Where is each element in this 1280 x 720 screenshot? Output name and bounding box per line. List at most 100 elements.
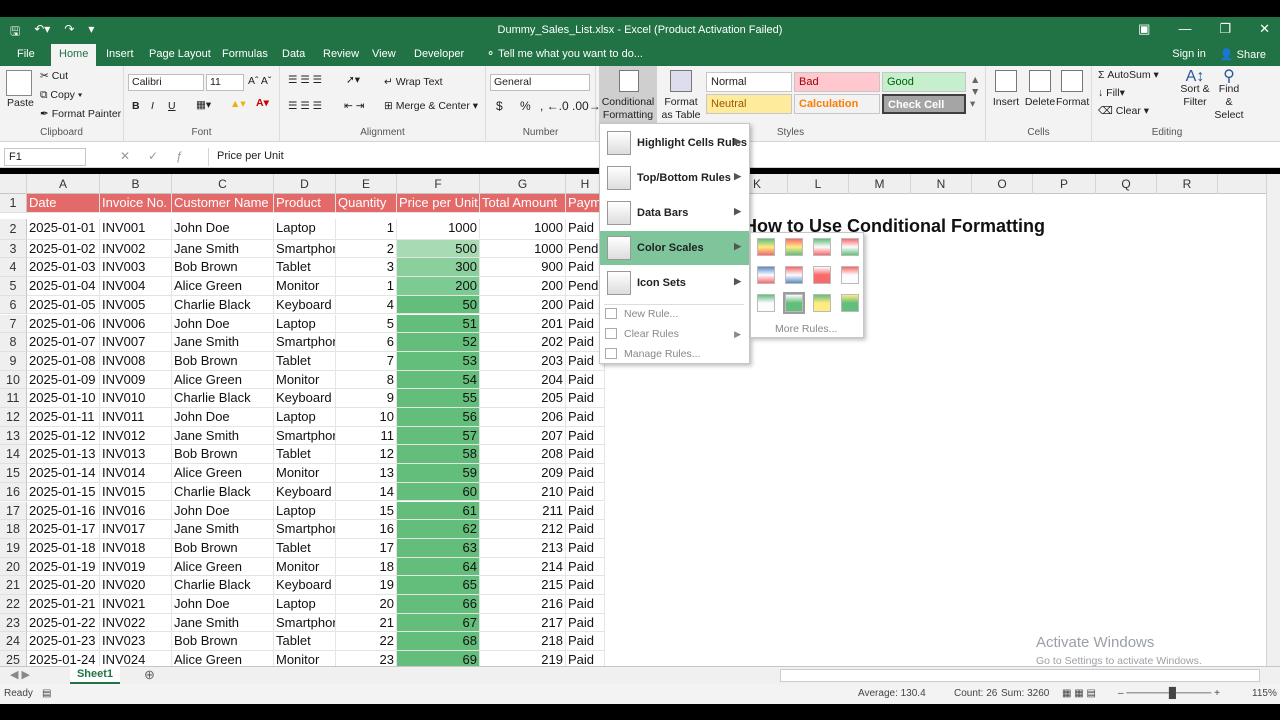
fill-color-icon[interactable]: ▲▾ (230, 98, 246, 110)
percent-button[interactable]: % (520, 99, 531, 113)
table-cell[interactable]: INV010 (100, 389, 172, 408)
table-cell[interactable]: 2025-01-15 (27, 482, 100, 502)
column-header-f[interactable]: F (397, 174, 480, 194)
currency-button[interactable]: $ (496, 99, 503, 113)
color-scale-swatch[interactable] (813, 238, 831, 256)
tab-file[interactable]: File (9, 44, 43, 66)
cut-button[interactable]: ✂ Cut (40, 70, 68, 82)
table-cell[interactable]: INV008 (100, 351, 172, 371)
font-name-combo[interactable]: Calibri (128, 74, 204, 91)
row-header-8[interactable]: 8 (0, 333, 27, 352)
table-cell[interactable]: INV002 (100, 239, 172, 259)
row-header-2[interactable]: 2 (0, 219, 27, 240)
header-cell[interactable]: Product (274, 194, 336, 213)
add-sheet-icon[interactable]: ⊕ (144, 667, 155, 683)
color-scale-swatch[interactable] (813, 266, 831, 284)
row-header-3[interactable]: 3 (0, 239, 27, 259)
tab-formulas[interactable]: Formulas (214, 44, 276, 66)
row-header-16[interactable]: 16 (0, 482, 27, 502)
underline-button[interactable]: U (168, 100, 176, 112)
table-cell[interactable]: 2025-01-03 (27, 258, 100, 278)
format-as-table-button[interactable]: Format as Table (658, 66, 704, 124)
table-cell[interactable]: INV011 (100, 408, 172, 427)
row-header-20[interactable]: 20 (0, 557, 27, 577)
table-cell[interactable]: Keyboard (274, 576, 336, 595)
table-cell[interactable]: 60 (397, 482, 480, 502)
table-cell[interactable]: 2025-01-01 (27, 219, 100, 240)
format-cells-button[interactable]: Format (1056, 70, 1089, 108)
table-cell[interactable]: Tablet (274, 538, 336, 558)
table-cell[interactable]: Paid (566, 538, 605, 558)
color-scale-swatch[interactable] (757, 238, 775, 256)
table-cell[interactable]: Charlie Black (172, 576, 274, 595)
formula-buttons-icon[interactable]: ✕✓ƒ (120, 149, 201, 163)
table-cell[interactable]: 15 (336, 501, 397, 521)
table-cell[interactable]: Keyboard (274, 295, 336, 315)
column-header-o[interactable]: O (972, 174, 1033, 194)
header-cell[interactable]: Total Amount (480, 194, 566, 213)
table-cell[interactable]: 2025-01-21 (27, 595, 100, 614)
table-cell[interactable]: Alice Green (172, 370, 274, 390)
table-cell[interactable]: 4 (336, 295, 397, 315)
tab-developer[interactable]: Developer (406, 44, 472, 66)
table-cell[interactable]: 2025-01-09 (27, 370, 100, 390)
table-cell[interactable]: INV015 (100, 482, 172, 502)
table-cell[interactable]: Monitor (274, 277, 336, 296)
table-cell[interactable]: INV013 (100, 445, 172, 465)
table-cell[interactable]: 2025-01-06 (27, 314, 100, 334)
table-cell[interactable]: 300 (397, 258, 480, 278)
tell-me-box[interactable]: ⚬ Tell me what you want to do... (478, 44, 651, 66)
table-cell[interactable]: Laptop (274, 408, 336, 427)
number-format-combo[interactable]: General (490, 74, 590, 91)
select-all-corner[interactable] (0, 174, 27, 194)
table-cell[interactable]: 2025-01-05 (27, 295, 100, 315)
merge-center-button[interactable]: ⊞ Merge & Center ▾ (384, 100, 478, 112)
comma-icon[interactable]: , ←.0 .00→ (540, 99, 601, 113)
table-cell[interactable]: INV019 (100, 557, 172, 577)
header-cell[interactable]: Date (27, 194, 100, 213)
paste-icon[interactable] (6, 70, 32, 96)
row-header-15[interactable]: 15 (0, 464, 27, 483)
sheet-tab[interactable]: Sheet1 (70, 666, 120, 684)
table-cell[interactable]: Alice Green (172, 464, 274, 483)
column-header-n[interactable]: N (911, 174, 972, 194)
column-header-l[interactable]: L (788, 174, 849, 194)
conditional-formatting-button[interactable]: Conditional Formatting (599, 66, 657, 124)
table-cell[interactable]: 218 (480, 632, 566, 652)
table-cell[interactable]: 6 (336, 333, 397, 352)
tab-data[interactable]: Data (274, 44, 313, 66)
autosum-button[interactable]: Σ AutoSum ▾ (1098, 69, 1159, 81)
table-cell[interactable]: 2025-01-12 (27, 426, 100, 446)
table-cell[interactable]: INV005 (100, 295, 172, 315)
font-size-combo[interactable]: 11 (206, 74, 244, 91)
table-cell[interactable]: Keyboard (274, 482, 336, 502)
table-cell[interactable]: Paid (566, 445, 605, 465)
style-good[interactable]: Good (882, 72, 966, 92)
ribbon-display-icon[interactable]: ▣ (1138, 21, 1150, 37)
macro-record-icon[interactable]: ▤ (42, 688, 51, 699)
clear-button[interactable]: ⌫ Clear ▾ (1098, 105, 1149, 117)
table-cell[interactable]: 2025-01-17 (27, 520, 100, 539)
table-cell[interactable]: 201 (480, 314, 566, 334)
orientation-icon[interactable]: ➚▾ (346, 74, 360, 86)
indent-icon[interactable]: ⇤ ⇥ (344, 100, 365, 112)
row-header-17[interactable]: 17 (0, 501, 27, 521)
table-cell[interactable]: 2025-01-16 (27, 501, 100, 521)
table-cell[interactable]: 211 (480, 501, 566, 521)
table-cell[interactable]: Charlie Black (172, 295, 274, 315)
tab-home[interactable]: Home (51, 44, 97, 66)
row-header-14[interactable]: 14 (0, 445, 27, 465)
menu-item-highlight-cells-rules[interactable]: Highlight Cells Rules ▶ (600, 126, 749, 160)
table-cell[interactable]: 7 (336, 351, 397, 371)
table-cell[interactable]: INV004 (100, 277, 172, 296)
table-cell[interactable]: Bob Brown (172, 538, 274, 558)
borders-icon[interactable]: ▦▾ (196, 99, 211, 111)
table-cell[interactable]: Smartphor (274, 239, 336, 259)
table-cell[interactable]: Paid (566, 557, 605, 577)
font-color-icon[interactable]: A▾ (256, 97, 269, 109)
table-cell[interactable]: Paid (566, 501, 605, 521)
format-painter-button[interactable]: ✒ Format Painter (40, 108, 121, 120)
table-cell[interactable]: 1000 (397, 219, 480, 240)
table-cell[interactable]: 67 (397, 613, 480, 633)
table-cell[interactable]: 53 (397, 351, 480, 371)
